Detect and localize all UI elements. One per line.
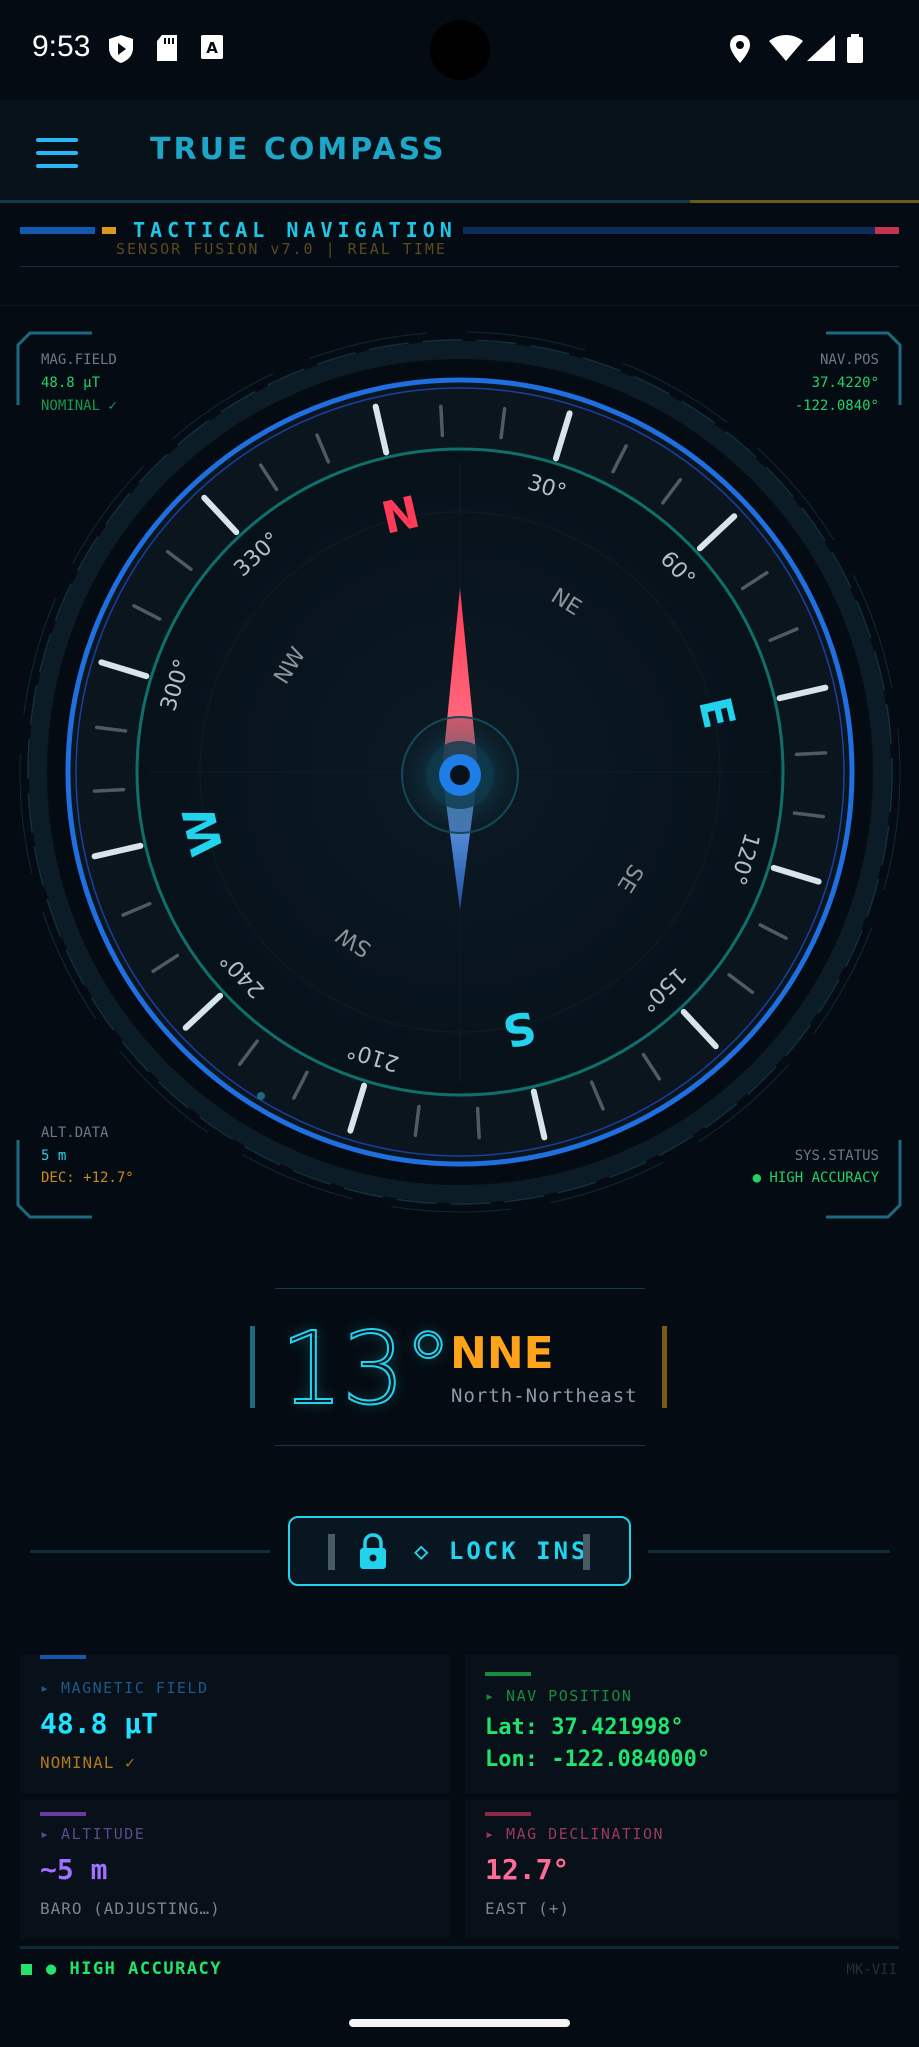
panel-status: NOMINAL ✓	[40, 1753, 136, 1772]
compass-tick	[92, 787, 126, 793]
divider	[0, 305, 919, 306]
lock-instruments-button[interactable]: ◇ LOCK INS	[288, 1516, 631, 1586]
panel-status: BARO (ADJUSTING…)	[40, 1899, 221, 1918]
mag-declination-panel: ▸ MAG DECLINATION 12.7° EAST (+)	[465, 1800, 899, 1938]
panel-label: ▸ NAV POSITION	[485, 1687, 633, 1705]
section-subtitle: SENSOR FUSION v7.0 | REAL TIME	[116, 240, 447, 258]
nav-longitude: Lon: -122.084000°	[485, 1747, 711, 1772]
mag-field-status: NOMINAL ✓	[41, 398, 117, 414]
panel-accent	[485, 1812, 531, 1816]
heading-direction-full: North-Northeast	[451, 1385, 638, 1407]
signal-icon	[807, 35, 835, 61]
font-a-icon: A	[201, 35, 223, 59]
section-title: TACTICAL NAVIGATION	[133, 218, 457, 242]
panel-accent	[485, 1672, 531, 1676]
mag-field-value: 48.8 µT	[41, 375, 101, 391]
hamburger-menu-icon[interactable]	[36, 138, 78, 168]
panel-status: EAST (+)	[485, 1899, 571, 1918]
play-protect-icon	[109, 35, 133, 63]
compass-tick	[794, 751, 828, 757]
lock-icon	[360, 1533, 386, 1569]
magnetic-field-panel: ▸ MAGNETIC FIELD 48.8 µT NOMINAL ✓	[20, 1655, 450, 1793]
alt-data-value: 5 m	[41, 1148, 67, 1164]
status-indicator	[21, 1964, 32, 1975]
divider	[30, 1550, 270, 1553]
panel-accent	[40, 1655, 86, 1659]
header-bar-accent	[102, 227, 116, 234]
alt-data-label: ALT.DATA	[41, 1125, 109, 1141]
panel-accent	[40, 1812, 86, 1816]
footer-status: ● HIGH ACCURACY	[46, 1959, 223, 1979]
heading-bar-left	[250, 1326, 255, 1408]
divider	[0, 200, 690, 203]
nav-position-panel: ▸ NAV POSITION Lat: 37.421998° Lon: -122…	[465, 1655, 899, 1793]
compass-svg: NESWNESESWNW30°60°120°150°210°240°300°33…	[16, 331, 902, 1219]
altitude-panel: ▸ ALTITUDE ~5 m BARO (ADJUSTING…)	[20, 1800, 450, 1938]
panel-label: ▸ MAGNETIC FIELD	[40, 1679, 209, 1697]
panel-value: 48.8 µT	[40, 1707, 159, 1740]
declination-value: DEC: +12.7°	[41, 1170, 134, 1186]
panel-value: ~5 m	[40, 1853, 108, 1886]
app-title: TRUE COMPASS	[150, 132, 447, 167]
heading-direction: NNE	[450, 1328, 554, 1379]
compass-dial[interactable]: N E S W NE SE SW NW 30° 60° 120° 150° 210° 240° 300° 33…	[0, 310, 919, 1230]
location-icon	[730, 35, 750, 63]
header-bar-right	[463, 227, 875, 234]
divider	[648, 1550, 890, 1553]
wifi-icon	[769, 35, 803, 61]
heading-degrees: 13°	[279, 1309, 454, 1428]
battery-icon	[847, 34, 863, 63]
sys-status-label: SYS.STATUS	[794, 1148, 879, 1164]
home-gesture-bar[interactable]	[349, 2019, 570, 2027]
nav-pos-lat: 37.4220°	[811, 375, 879, 391]
nav-pos-label: NAV.POS	[819, 352, 879, 368]
button-bracket	[583, 1534, 590, 1570]
camera-cutout	[430, 20, 490, 80]
panel-value: 12.7°	[485, 1853, 570, 1886]
divider	[20, 266, 899, 267]
sd-card-icon	[157, 35, 177, 61]
panel-label: ▸ ALTITUDE	[40, 1825, 146, 1843]
model-label: MK-VII	[846, 1962, 897, 1978]
compass-tick	[439, 404, 445, 438]
header-bar-left	[20, 227, 95, 234]
nav-pos-lon: -122.0840°	[794, 398, 879, 414]
divider-accent	[690, 200, 919, 203]
lock-button-label: ◇ LOCK INS	[414, 1537, 589, 1565]
sys-status-value: ● HIGH ACCURACY	[752, 1170, 879, 1186]
button-bracket	[328, 1534, 335, 1570]
compass-tick	[475, 1106, 481, 1140]
status-time: 9:53	[32, 30, 91, 63]
mag-field-label: MAG.FIELD	[41, 352, 117, 368]
divider	[20, 1946, 899, 1949]
status-bar: 9:53 A	[0, 0, 919, 100]
svg-text:A: A	[206, 39, 218, 57]
panel-label: ▸ MAG DECLINATION	[485, 1825, 665, 1843]
heading-bar-right	[662, 1326, 667, 1408]
header-bar-red	[875, 227, 899, 234]
nav-latitude: Lat: 37.421998°	[485, 1715, 684, 1740]
app-bar: TRUE COMPASS	[0, 100, 919, 202]
